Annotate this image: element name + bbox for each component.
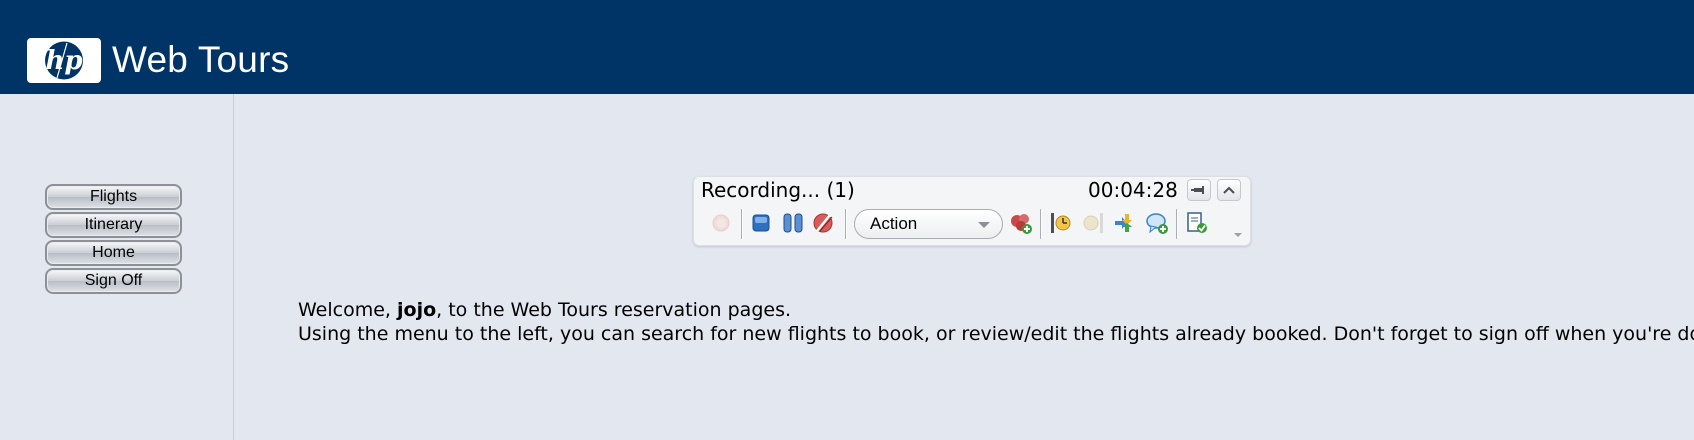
create-action-icon [1011, 214, 1032, 234]
greeting-suffix: , to the Web Tours reservation pages. [436, 299, 792, 321]
insert-rendezvous-icon [1115, 214, 1132, 232]
greeting-prefix: Welcome, [298, 299, 397, 321]
pause-button[interactable] [780, 210, 806, 236]
sidebar-item-itinerary[interactable]: Itinerary [45, 212, 182, 238]
username: jojo [397, 299, 437, 321]
sidebar-item-home[interactable]: Home [45, 240, 182, 266]
recording-timer: 00:04:28 [1088, 178, 1178, 202]
sidebar-item-flights[interactable]: Flights [45, 184, 182, 210]
pin-icon [1191, 186, 1204, 194]
hp-logo-icon: hp [27, 38, 101, 83]
insert-start-transaction-icon [1051, 213, 1071, 233]
toolbar-separator [1040, 209, 1042, 239]
discard-recording-icon [813, 213, 833, 233]
welcome-line: Welcome, jojo, to the Web Tours reservat… [298, 298, 1694, 322]
create-action-button[interactable] [1008, 210, 1034, 236]
toolbar-separator [741, 209, 743, 239]
instructions-text: Using the menu to the left, you can sear… [298, 323, 1694, 345]
insert-rendezvous-button[interactable] [1112, 210, 1138, 236]
site-title: Web Tours [112, 39, 290, 80]
toolbar-separator [845, 209, 847, 239]
action-select-value: Action [870, 214, 918, 233]
discard-recording-button[interactable] [810, 210, 836, 236]
action-select[interactable]: Action [854, 209, 1003, 239]
collapse-icon [1223, 186, 1235, 194]
recording-status: Recording... (1) [701, 178, 855, 202]
toolbar-overflow-icon[interactable] [1234, 233, 1242, 237]
welcome-message: Welcome, jojo, to the Web Tours reservat… [298, 298, 1694, 346]
pin-button[interactable] [1187, 179, 1211, 201]
sidebar-nav: Flights Itinerary Home Sign Off [0, 94, 234, 440]
insert-comment-button[interactable] [1144, 210, 1170, 236]
collapse-button[interactable] [1217, 179, 1241, 201]
pause-icon [783, 213, 803, 233]
sidebar-item-sign-off[interactable]: Sign Off [45, 268, 182, 294]
insert-comment-icon [1146, 213, 1168, 234]
recording-toolbar[interactable]: Recording... (1) 00:04:28 Action [693, 176, 1251, 246]
svg-text:hp: hp [45, 46, 82, 76]
record-icon [712, 214, 730, 232]
insert-end-transaction-button[interactable] [1080, 210, 1106, 236]
toolbar-separator [1176, 209, 1178, 239]
insert-end-transaction-icon [1083, 213, 1103, 233]
insert-start-transaction-button[interactable] [1048, 210, 1074, 236]
chevron-down-icon [978, 222, 990, 228]
record-button[interactable] [708, 210, 734, 236]
insert-text-check-icon [1187, 212, 1207, 233]
stop-button[interactable] [748, 210, 774, 236]
stop-icon [752, 214, 770, 232]
insert-text-check-button[interactable] [1184, 210, 1210, 236]
header-bar: hp Web Tours [0, 0, 1694, 94]
